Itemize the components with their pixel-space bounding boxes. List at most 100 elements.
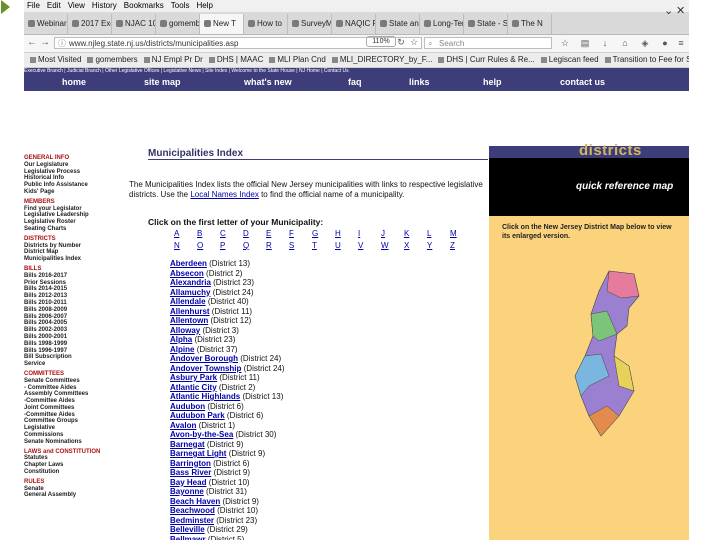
municipality-link[interactable]: Atlantic Highlands <box>170 392 240 401</box>
reload-icon[interactable]: ↻ <box>396 37 406 47</box>
pocket-icon[interactable]: ◈ <box>640 38 650 48</box>
letter-link[interactable]: S <box>289 240 294 252</box>
letter-link[interactable]: N <box>174 240 180 252</box>
left-nav-link[interactable]: Assembly Committees <box>24 391 124 398</box>
municipality-link[interactable]: Allentown <box>170 316 208 325</box>
browser-tab[interactable]: State and <box>376 14 420 34</box>
letter-link[interactable]: V <box>358 240 363 252</box>
bookmark-item[interactable]: DHS | MAAC <box>208 53 263 67</box>
left-nav-link[interactable]: Districts by Number <box>24 243 124 250</box>
municipality-link[interactable]: Audubon Park <box>170 411 225 420</box>
left-nav-link[interactable]: Legislative Leadership <box>24 212 124 219</box>
menu-icon[interactable]: ≡ <box>676 38 686 48</box>
municipality-link[interactable]: Allendale <box>170 297 206 306</box>
bookmark-item[interactable]: Legiscan feed <box>540 53 599 67</box>
municipality-link[interactable]: Allamuchy <box>170 288 210 297</box>
letter-link[interactable]: M <box>450 228 457 240</box>
left-nav-link[interactable]: Municipalities Index <box>24 256 124 263</box>
left-nav-link[interactable]: Find your Legislator <box>24 206 124 213</box>
bookmark-item[interactable]: DHS | Curr Rules & Re... <box>438 53 535 67</box>
municipality-link[interactable]: Avalon <box>170 421 196 430</box>
left-nav-link[interactable]: -Committee Aides <box>24 398 124 405</box>
left-nav-link[interactable]: Public Info Assistance <box>24 182 124 189</box>
browser-tab[interactable]: NJAC 10 <box>112 14 156 34</box>
bookmark-item[interactable]: gomembers <box>87 53 138 67</box>
left-nav-link[interactable]: Historical Info <box>24 175 124 182</box>
bookmarks-icon[interactable]: ☆ <box>560 38 570 48</box>
back-icon[interactable]: ← <box>26 37 38 49</box>
letter-link[interactable]: P <box>220 240 225 252</box>
municipality-link[interactable]: Beachwood <box>170 506 215 515</box>
download-icon[interactable]: ↓ <box>600 38 610 48</box>
left-nav-link[interactable]: Service <box>24 361 124 368</box>
nav-help[interactable]: help <box>483 73 502 91</box>
letter-link[interactable]: J <box>381 228 385 240</box>
left-nav-link[interactable]: Legislative <box>24 425 124 432</box>
municipality-link[interactable]: Bass River <box>170 468 211 477</box>
letter-link[interactable]: W <box>381 240 389 252</box>
nav-home[interactable]: home <box>62 73 86 91</box>
menu-item[interactable]: Bookmarks <box>124 0 164 12</box>
left-nav-link[interactable]: Bills 2012-2013 <box>24 293 124 300</box>
nav-faq[interactable]: faq <box>348 73 362 91</box>
left-nav-link[interactable]: Legislative Process <box>24 169 124 176</box>
nav-contact-us[interactable]: contact us <box>560 73 605 91</box>
municipality-link[interactable]: Alexandria <box>170 278 211 287</box>
municipality-link[interactable]: Alpine <box>170 345 194 354</box>
municipality-link[interactable]: Alpha <box>170 335 192 344</box>
letter-link[interactable]: Y <box>427 240 432 252</box>
letter-link[interactable]: Z <box>450 240 455 252</box>
left-nav-link[interactable]: Bills 2010-2011 <box>24 300 124 307</box>
municipality-link[interactable]: Atlantic City <box>170 383 217 392</box>
letter-link[interactable]: G <box>312 228 318 240</box>
bookmark-item[interactable]: Most Visited <box>30 53 81 67</box>
library-icon[interactable]: ▤ <box>580 38 590 48</box>
menu-item[interactable]: History <box>92 0 117 12</box>
menu-item[interactable]: View <box>68 0 85 12</box>
left-nav-link[interactable]: - Committee Aides <box>24 385 124 392</box>
municipality-link[interactable]: Andover Borough <box>170 354 238 363</box>
left-nav-link[interactable]: Constitution <box>24 469 124 476</box>
letter-link[interactable]: E <box>266 228 271 240</box>
left-nav-link[interactable]: Legislative Roster <box>24 219 124 226</box>
left-nav-link[interactable]: Kids' Page <box>24 189 124 196</box>
letter-link[interactable]: H <box>335 228 341 240</box>
left-nav-link[interactable]: Commissions <box>24 432 124 439</box>
letter-link[interactable]: I <box>358 228 360 240</box>
search-input[interactable]: ⌕ Search <box>424 37 552 49</box>
left-nav-link[interactable]: Our Legislature <box>24 162 124 169</box>
left-nav-link[interactable]: Senate Nominations <box>24 439 124 446</box>
bookmark-item[interactable]: MLI_DIRECTORY_by_F... <box>331 53 432 67</box>
left-nav-link[interactable]: Bill Subscription <box>24 354 124 361</box>
addon-icon[interactable]: ● <box>660 38 670 48</box>
municipality-link[interactable]: Bay Head <box>170 478 206 487</box>
letter-link[interactable]: X <box>404 240 409 252</box>
letter-link[interactable]: O <box>197 240 203 252</box>
letter-link[interactable]: Q <box>243 240 249 252</box>
municipality-link[interactable]: Avon-by-the-Sea <box>170 430 233 439</box>
letter-link[interactable]: A <box>174 228 179 240</box>
municipality-link[interactable]: Bellmawr <box>170 535 206 540</box>
menu-item[interactable]: Tools <box>171 0 190 12</box>
nj-district-map[interactable] <box>489 216 689 540</box>
left-nav-link[interactable]: Senate <box>24 486 124 493</box>
letter-link[interactable]: U <box>335 240 341 252</box>
municipality-link[interactable]: Bedminster <box>170 516 214 525</box>
municipality-link[interactable]: Beach Haven <box>170 497 220 506</box>
letter-link[interactable]: T <box>312 240 317 252</box>
municipality-link[interactable]: Bayonne <box>170 487 204 496</box>
left-nav-link[interactable]: -Committee Aides <box>24 412 124 419</box>
municipality-link[interactable]: Andover Township <box>170 364 241 373</box>
left-nav-link[interactable]: Chapter Laws <box>24 462 124 469</box>
bookmark-item[interactable]: MLI Plan Cnd <box>269 53 326 67</box>
menu-item[interactable]: Help <box>196 0 212 12</box>
browser-tab[interactable]: SurveyMo <box>288 14 332 34</box>
nav-whats-new[interactable]: what's new <box>244 73 292 91</box>
left-nav-link[interactable]: Senate Committees <box>24 378 124 385</box>
letter-link[interactable]: D <box>243 228 249 240</box>
left-nav-link[interactable]: Bills 2000-2001 <box>24 334 124 341</box>
letter-link[interactable]: K <box>404 228 409 240</box>
home-icon[interactable]: ⌂ <box>620 38 630 48</box>
letter-link[interactable]: C <box>220 228 226 240</box>
left-nav-link[interactable]: Bills 2008-2009 <box>24 307 124 314</box>
